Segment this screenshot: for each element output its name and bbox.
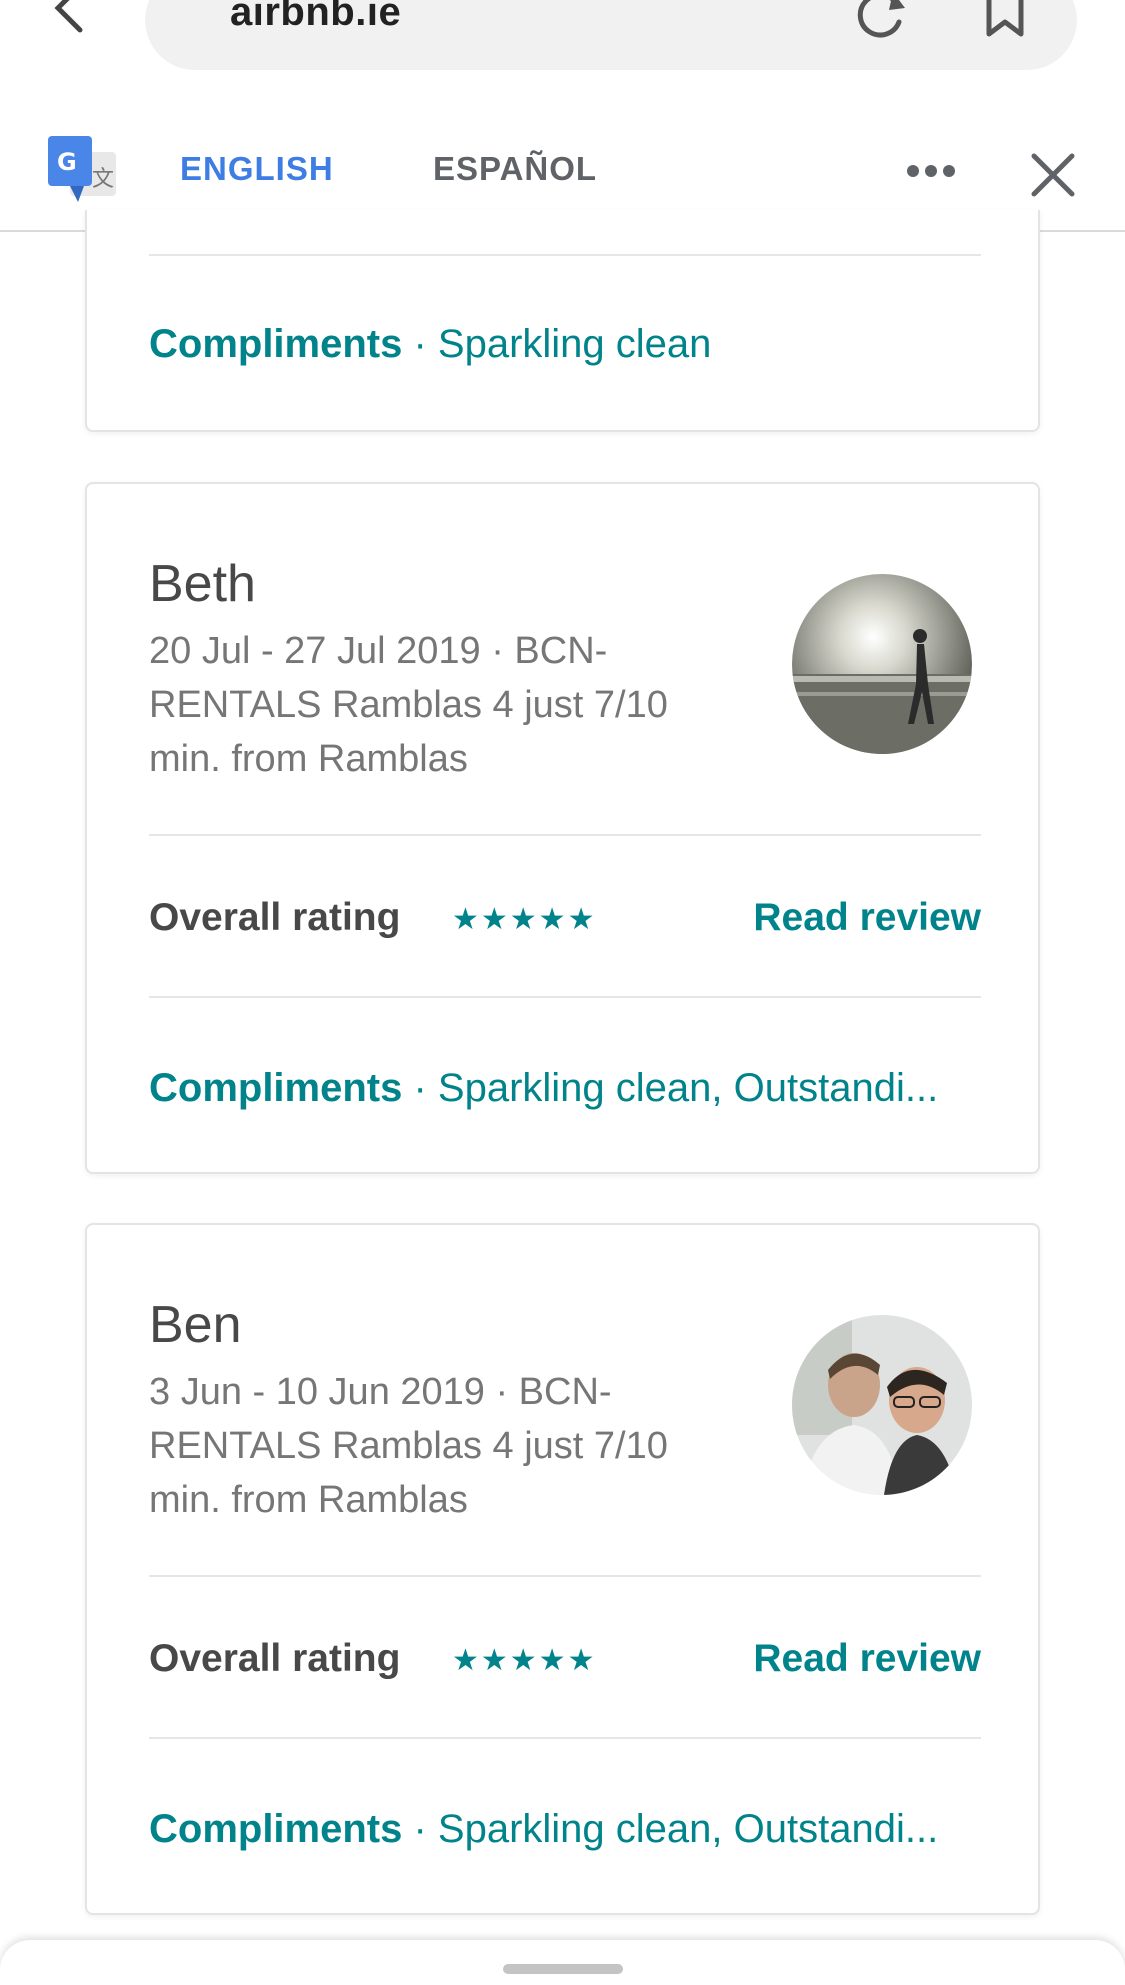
overall-rating-label: Overall rating	[149, 896, 401, 939]
stay-details: 20 Jul - 27 Jul 2019 · BCN-RENTALS Rambl…	[149, 630, 668, 780]
compliments-label: Compliments	[149, 322, 403, 366]
avatar	[792, 574, 972, 754]
tab-espanol[interactable]: ESPAÑOL	[433, 150, 597, 188]
compliments-text: · Sparkling clean	[413, 322, 712, 366]
compliments-text: · Sparkling clean, Outstandi...	[413, 1807, 939, 1851]
star-rating: ★★★★★	[452, 1644, 597, 1677]
compliments-line: Compliments · Sparkling clean, Outstandi…	[149, 1807, 989, 1852]
tab-english[interactable]: ENGLISH	[180, 150, 334, 188]
star-rating: ★★★★★	[452, 903, 597, 936]
review-card: Ben 3 Jun - 10 Jun 2019 · BCN-RENTALS Ra…	[85, 1223, 1040, 1915]
stay-details: 3 Jun - 10 Jun 2019 · BCN-RENTALS Rambla…	[149, 1371, 668, 1521]
bottom-sheet[interactable]	[0, 1940, 1125, 1985]
reviewer-name: Ben	[149, 1296, 242, 1354]
divider	[149, 834, 981, 836]
compliments-text: · Sparkling clean, Outstandi...	[413, 1066, 939, 1110]
avatar	[792, 1315, 972, 1495]
svg-text:G: G	[57, 148, 77, 176]
bookmark-icon[interactable]	[983, 0, 1027, 40]
compliments-line: Compliments · Sparkling clean, Outstandi…	[149, 1066, 989, 1111]
back-arrow-icon[interactable]	[48, 0, 98, 38]
compliments-line: Compliments · Sparkling clean	[149, 322, 989, 367]
overall-rating-label: Overall rating	[149, 1637, 401, 1680]
svg-text:文: 文	[92, 167, 114, 192]
reload-icon[interactable]	[853, 0, 909, 40]
google-translate-icon: 文 G	[48, 136, 120, 208]
divider	[149, 254, 981, 256]
compliments-label: Compliments	[149, 1807, 403, 1851]
reviewer-name: Beth	[149, 555, 256, 613]
url-text: airbnb.ie	[230, 0, 402, 34]
browser-toolbar: airbnb.ie	[0, 0, 1125, 110]
review-card: Compliments · Sparkling clean	[85, 210, 1040, 432]
address-bar[interactable]: airbnb.ie	[145, 0, 1077, 70]
more-horiz-icon[interactable]	[905, 156, 957, 186]
divider	[149, 1575, 981, 1577]
drag-handle[interactable]	[503, 1964, 623, 1974]
divider	[149, 1737, 981, 1739]
read-review-link[interactable]: Read review	[737, 1637, 981, 1681]
divider	[149, 996, 981, 998]
review-card: Beth 20 Jul - 27 Jul 2019 · BCN-RENTALS …	[85, 482, 1040, 1174]
read-review-link[interactable]: Read review	[737, 896, 981, 940]
close-icon[interactable]	[1030, 152, 1076, 198]
compliments-label: Compliments	[149, 1066, 403, 1110]
